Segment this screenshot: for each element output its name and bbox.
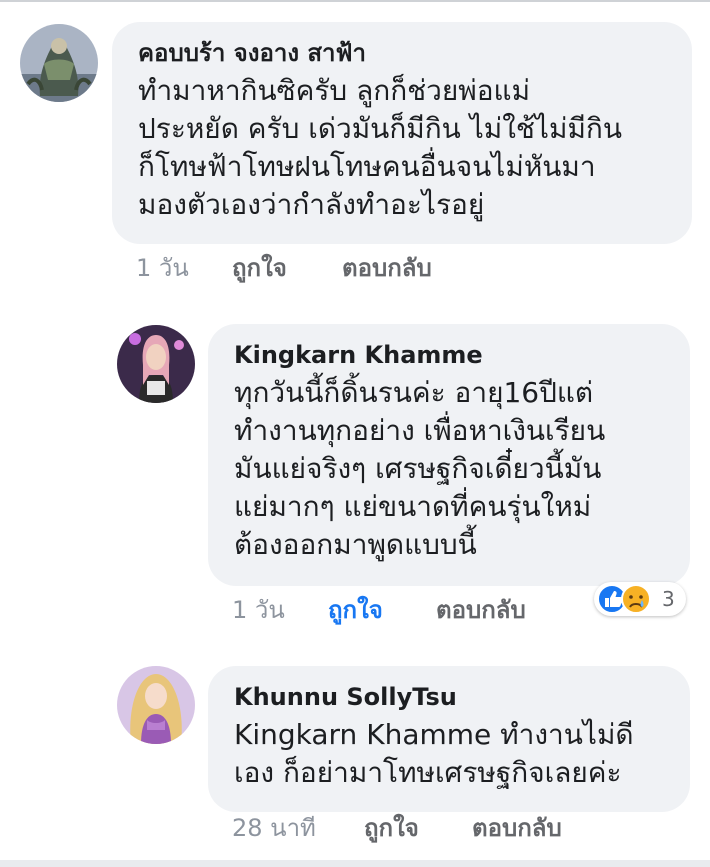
comment-actions: 1 วัน ถูกใจ ตอบกลับ [232, 594, 592, 626]
reaction-count: 3 [662, 587, 675, 611]
comment-timestamp[interactable]: 28 นาที [232, 812, 316, 844]
like-button[interactable]: ถูกใจ [328, 594, 383, 626]
comment-line: มันแย่จริงๆ เศรษฐกิจเดี๋ยวนี้มัน [234, 452, 602, 485]
comment-author[interactable]: Kingkarn Khamme [234, 340, 668, 370]
comment-timestamp[interactable]: 1 วัน [136, 252, 189, 284]
comment-author[interactable]: Khunnu SollyTsu [234, 682, 668, 712]
comment-line: ทุกวันนี้ก็ดิ้นรนค่ะ อายุ16ปีแต่ [234, 376, 594, 409]
comment-line: Kingkarn Khamme ทำงานไม่ดี [234, 718, 634, 751]
avatar[interactable] [117, 325, 195, 403]
avatar[interactable] [117, 666, 195, 744]
comment-line: ทำมาหากินซิครับ ลูกก็ช่วยพ่อแม่ [138, 74, 531, 107]
comment-line: เอง ก็อย่ามาโทษเศรษฐกิจเลยค่ะ [234, 756, 622, 789]
comment-line: ต้องออกมาพูดแบบนี้ [234, 528, 477, 561]
comment-line: ก็โทษฟ้าโทษฝนโทษคนอื่นจนไม่หันมา [138, 150, 596, 183]
comment-line: แย่มากๆ แย่ขนาดที่คนรุ่นใหม่ [234, 490, 592, 523]
reply-button[interactable]: ตอบกลับ [436, 594, 526, 626]
like-button[interactable]: ถูกใจ [364, 812, 419, 844]
avatar[interactable] [20, 24, 98, 102]
comment-bubble: Kingkarn Khamme ทุกวันนี้ก็ดิ้นรนค่ะ อาย… [208, 324, 690, 586]
like-button[interactable]: ถูกใจ [232, 252, 287, 284]
comment-line: มองตัวเองว่ากำลังทำอะไรอยู่ [138, 188, 485, 221]
sad-icon [621, 584, 651, 614]
reply-button[interactable]: ตอบกลับ [472, 812, 562, 844]
bottom-divider [0, 860, 710, 867]
comment-actions: 28 นาที ถูกใจ ตอบกลับ [232, 812, 612, 844]
comment-timestamp[interactable]: 1 วัน [232, 594, 285, 626]
comment-bubble: คอบบร้า จงอาง สาฟ้า ทำมาหากินซิครับ ลูกก… [112, 22, 692, 244]
top-divider [0, 0, 710, 2]
reply-button[interactable]: ตอบกลับ [342, 252, 432, 284]
comment-author[interactable]: คอบบร้า จงอาง สาฟ้า [138, 38, 670, 68]
comment-line: ทำงานทุกอย่าง เพื่อหาเงินเรียน [234, 414, 606, 447]
comment-bubble: Khunnu SollyTsu Kingkarn Khamme ทำงานไม่… [208, 666, 690, 812]
comment-line: ประหยัด ครับ เด่วมันก็มีกิน ไม่ใช้ไม่มีก… [138, 112, 623, 145]
comment-actions: 1 วัน ถูกใจ ตอบกลับ [136, 252, 536, 284]
reaction-summary[interactable]: 3 [594, 582, 686, 616]
